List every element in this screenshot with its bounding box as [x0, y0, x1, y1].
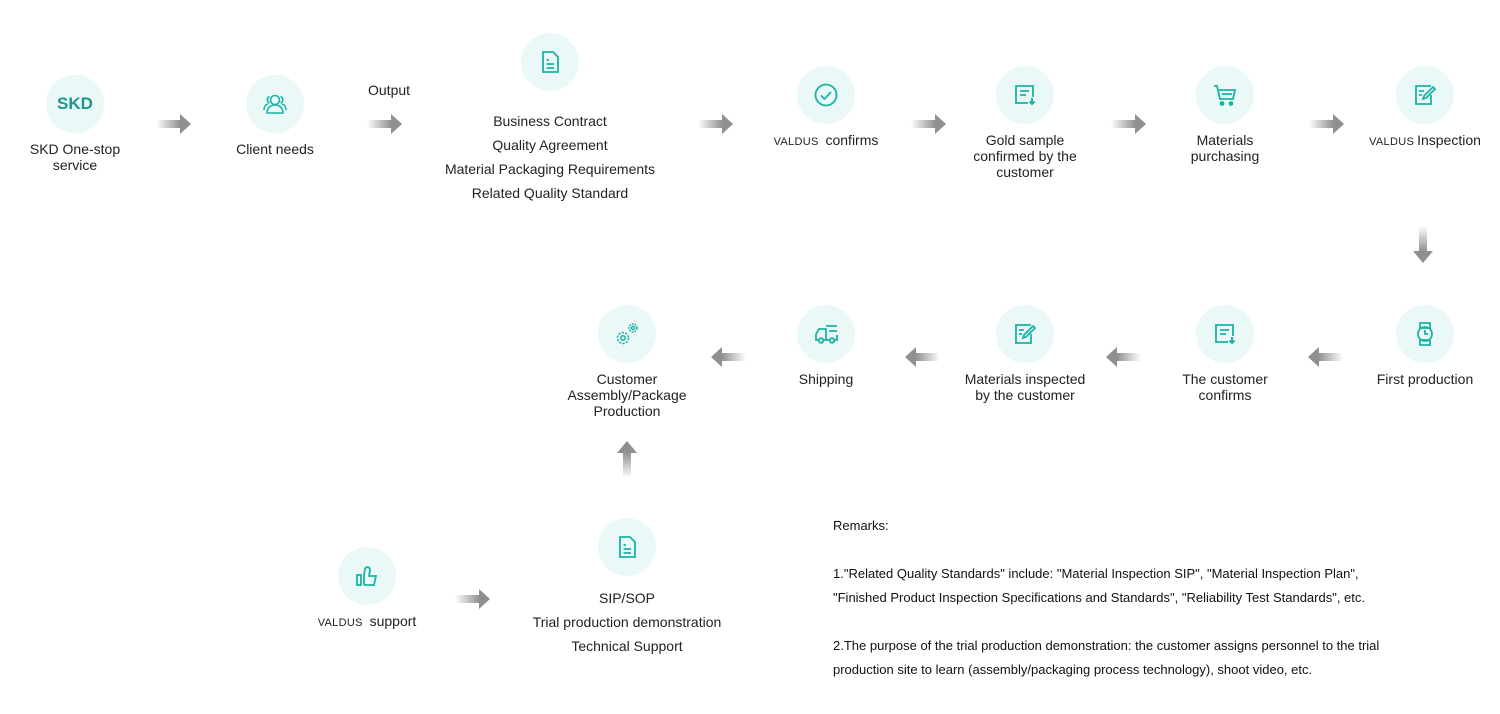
users-icon	[246, 75, 304, 133]
arrow-right-icon	[698, 114, 733, 134]
label-text: confirms	[825, 132, 879, 148]
document-download-icon	[1196, 305, 1254, 363]
skd-logo: SKD	[46, 75, 104, 133]
arrow-left-icon	[1106, 347, 1141, 367]
sip-sop-list: SIP/SOP Trial production demonstration T…	[507, 586, 747, 658]
doc-line: Quality Agreement	[492, 137, 608, 153]
thumbs-up-icon	[338, 547, 396, 605]
remarks-section: Remarks: 1."Related Quality Standards" i…	[833, 514, 1473, 682]
node-valdus-support: VALDUS support	[287, 547, 447, 631]
node-customer-confirms: The customer confirms	[1145, 305, 1305, 403]
doc-line: Business Contract	[493, 113, 607, 129]
remark-line: 1."Related Quality Standards" include: "…	[833, 566, 1359, 581]
node-label: Gold sample confirmed by the customer	[973, 132, 1077, 180]
remark-line: 2.The purpose of the trial production de…	[833, 638, 1380, 653]
node-skd-one-stop: SKD SKD One-stop service	[0, 75, 155, 173]
arrow-right-icon	[1111, 114, 1146, 134]
node-label: Materials inspected by the customer	[964, 371, 1086, 403]
node-client-needs: Client needs	[195, 75, 355, 157]
node-valdus-inspection: VALDUS Inspection	[1345, 66, 1500, 150]
label-text: support	[369, 613, 417, 629]
node-label: Customer Assembly/Package Production	[567, 371, 687, 419]
node-materials-purchasing: Materials purchasing	[1145, 66, 1305, 164]
node-valdus-confirms: VALDUS confirms	[746, 66, 906, 150]
node-label: VALDUS confirms	[746, 132, 906, 150]
doc-line: Material Packaging Requirements	[444, 161, 656, 177]
arrow-up-icon	[617, 441, 637, 478]
arrow-down-icon	[1413, 226, 1433, 263]
cart-icon	[1196, 66, 1254, 124]
brand-name: VALDUS	[1369, 136, 1415, 148]
node-label: Client needs	[236, 141, 314, 157]
output-label: Output	[368, 82, 411, 98]
sip-line: Technical Support	[571, 638, 683, 654]
edit-document-icon	[996, 305, 1054, 363]
node-sip-sop: SIP/SOP Trial production demonstration T…	[507, 518, 747, 658]
node-label: First production	[1376, 371, 1474, 387]
node-assembly-production: Customer Assembly/Package Production	[547, 305, 707, 419]
arrow-left-icon	[711, 347, 746, 367]
truck-icon	[797, 305, 855, 363]
node-label: SKD One-stop service	[29, 141, 121, 173]
brand-name: VALDUS	[773, 136, 819, 148]
document-icon	[598, 518, 656, 576]
node-label: The customer confirms	[1182, 371, 1268, 403]
edit-document-icon	[1396, 66, 1454, 124]
node-gold-sample: Gold sample confirmed by the customer	[945, 66, 1105, 180]
node-documents: Business Contract Quality Agreement Mate…	[430, 33, 670, 205]
brand-name: VALDUS	[317, 617, 363, 629]
arrow-right-icon	[156, 114, 191, 134]
node-materials-inspected: Materials inspected by the customer	[945, 305, 1105, 403]
node-label: Materials purchasing	[1190, 132, 1260, 164]
document-download-icon	[996, 66, 1054, 124]
node-label: Shipping	[798, 371, 854, 387]
document-icon	[521, 33, 579, 91]
arrow-left-icon	[1308, 347, 1343, 367]
watch-icon	[1396, 305, 1454, 363]
arrow-right-icon	[1309, 114, 1344, 134]
remark-line: production site to learn (assembly/packa…	[833, 662, 1313, 677]
gears-icon	[598, 305, 656, 363]
document-list: Business Contract Quality Agreement Mate…	[430, 109, 670, 205]
sip-line: Trial production demonstration	[532, 614, 722, 630]
node-shipping: Shipping	[746, 305, 906, 387]
arrow-right-icon	[367, 114, 402, 134]
node-first-production: First production	[1345, 305, 1500, 387]
doc-line: Related Quality Standard	[471, 185, 629, 201]
node-label: VALDUS support	[287, 613, 447, 631]
remarks-title: Remarks:	[833, 518, 889, 533]
arrow-left-icon	[905, 347, 940, 367]
check-circle-icon	[797, 66, 855, 124]
remark-line: "Finished Product Inspection Specificati…	[833, 590, 1366, 605]
node-label: VALDUS Inspection	[1345, 132, 1500, 150]
arrow-right-icon	[911, 114, 946, 134]
arrow-right-icon	[455, 589, 490, 609]
sip-line: SIP/SOP	[598, 590, 656, 606]
label-text: Inspection	[1417, 132, 1481, 148]
